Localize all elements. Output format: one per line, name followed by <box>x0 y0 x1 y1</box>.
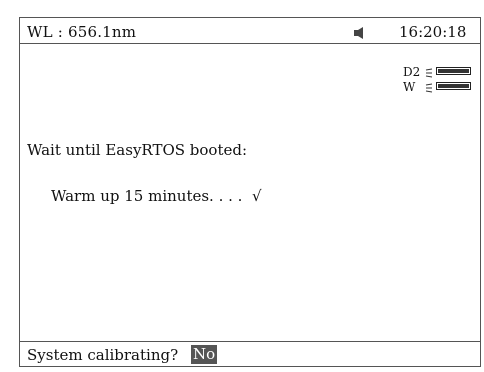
lamp-d2-label: D2 <box>403 65 421 79</box>
status-bar: WL : 656.1nm 16:20:18 <box>20 18 480 44</box>
wavelength-readout: WL : 656.1nm <box>27 23 137 41</box>
instrument-screen: WL : 656.1nm 16:20:18 D2 W Wait until Ea… <box>19 17 481 367</box>
lamp-d2: D2 <box>403 65 475 80</box>
speaker-icon <box>353 24 365 39</box>
lamp-wave-icon <box>425 82 433 93</box>
boot-message: Wait until EasyRTOS booted: <box>27 141 248 159</box>
lamp-w-level <box>436 82 471 90</box>
lamp-w: W <box>403 80 475 95</box>
bottom-bar: System calibrating? No <box>20 341 480 367</box>
warmup-message: Warm up 15 minutes. . . . √ <box>51 187 262 205</box>
lamp-status: D2 W <box>403 65 475 95</box>
calibration-prompt: System calibrating? <box>27 346 179 364</box>
calibration-answer-option[interactable]: No <box>191 345 218 364</box>
lamp-d2-level <box>436 67 471 75</box>
lamp-d2-level-fill <box>438 69 469 73</box>
lamp-wave-icon <box>425 67 433 78</box>
lamp-w-level-fill <box>438 84 469 88</box>
clock: 16:20:18 <box>399 23 467 41</box>
lamp-w-label: W <box>403 80 416 94</box>
